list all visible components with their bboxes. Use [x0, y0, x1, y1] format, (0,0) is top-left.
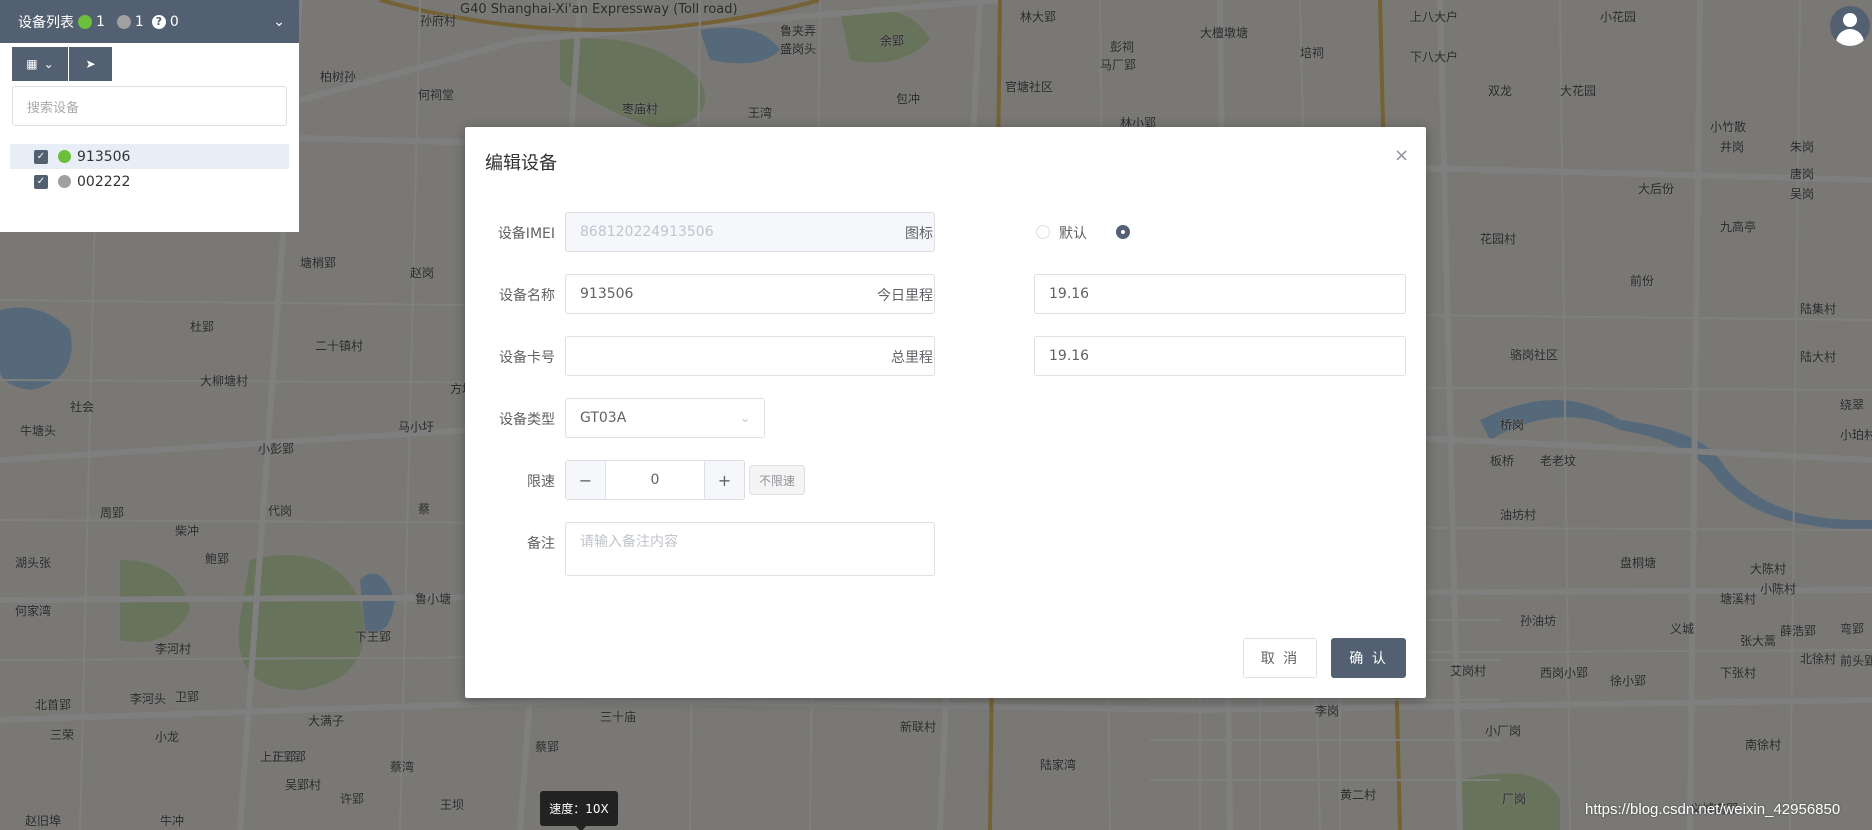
device-name-label: 设备名称 [499, 288, 555, 304]
icon-default-radio[interactable] [1036, 225, 1050, 239]
offline-status-icon [58, 175, 71, 188]
online-status-icon [58, 150, 71, 163]
panel-toolbar: ▦ ⌄ ➤ [0, 43, 299, 81]
device-search-input[interactable]: 搜索设备 [12, 86, 287, 126]
device-name: 913506 [77, 148, 131, 165]
total-mileage-field[interactable]: 19.16 [1034, 336, 1406, 376]
today-mileage-value: 19.16 [1049, 286, 1090, 302]
send-icon: ➤ [85, 57, 96, 71]
device-panel: 设备列表 1 1 ? 0 ⌄ ▦ ⌄ ➤ 搜索设备 ✓ 913506 ✓ 002… [0, 0, 299, 232]
today-mileage-label: 今日里程 [877, 288, 933, 304]
offline-count: 1 [134, 13, 144, 30]
device-name: 002222 [77, 173, 131, 190]
checkbox-checked-icon[interactable]: ✓ [34, 149, 48, 164]
confirm-button[interactable]: 确 认 [1331, 638, 1406, 678]
device-type-label: 设备类型 [499, 412, 555, 428]
icon-default-label: 默认 [1059, 226, 1087, 242]
device-item[interactable]: ✓ 002222 [10, 169, 289, 194]
chevron-down-icon: ⌄ [739, 411, 750, 425]
device-search-placeholder: 搜索设备 [27, 100, 80, 116]
question-icon: ? [151, 14, 166, 29]
edit-device-dialog: 编辑设备 × 设备IMEI 868120224913506 图标 默认 设备名称… [465, 127, 1426, 698]
user-icon [1843, 13, 1857, 27]
remark-label: 备注 [527, 536, 555, 552]
plus-icon: + [717, 470, 732, 490]
device-type-select[interactable]: GT03A ⌄ [565, 398, 765, 438]
unknown-count: 0 [169, 13, 179, 30]
chevron-down-icon[interactable]: ⌄ [273, 14, 285, 30]
view-mode-dropdown[interactable]: ▦ ⌄ [12, 47, 68, 81]
device-list: ✓ 913506 ✓ 002222 [0, 126, 299, 194]
minus-icon: − [578, 470, 593, 490]
playback-speed-tooltip: 速度：10X [540, 791, 618, 830]
speed-limit-label: 限速 [527, 474, 555, 490]
offline-dot-icon [116, 14, 131, 29]
imei-label: 设备IMEI [497, 226, 555, 242]
speed-limit-stepper[interactable]: − 0 + [565, 460, 745, 500]
increase-button[interactable]: + [704, 461, 744, 499]
total-mileage-label: 总里程 [891, 350, 933, 366]
remark-placeholder: 请输入备注内容 [580, 534, 678, 550]
grid-icon: ▦ [26, 57, 38, 71]
unlimited-speed-label: 不限速 [759, 473, 796, 488]
speed-text: 速度：10X [549, 802, 609, 816]
icon-label: 图标 [905, 226, 933, 242]
decrease-button[interactable]: − [566, 461, 606, 499]
today-mileage-field[interactable]: 19.16 [1034, 274, 1406, 314]
online-count: 1 [96, 13, 105, 30]
device-item[interactable]: ✓ 913506 [10, 144, 289, 169]
dialog-title: 编辑设备 [485, 153, 557, 174]
device-name-value: 913506 [580, 286, 634, 302]
watermark: https://blog.csdn.net/weixin_42956850 [1585, 801, 1841, 818]
device-list-title: 设备列表 [18, 14, 74, 31]
locate-button[interactable]: ➤ [69, 47, 112, 81]
cancel-button[interactable]: 取 消 [1243, 638, 1317, 678]
checkbox-checked-icon[interactable]: ✓ [34, 174, 48, 189]
sim-card-label: 设备卡号 [499, 350, 555, 366]
online-dot-icon [78, 14, 92, 29]
unlimited-speed-button[interactable]: 不限速 [749, 465, 806, 495]
speed-limit-value: 0 [650, 472, 660, 488]
chevron-down-icon: ⌄ [43, 57, 54, 71]
user-avatar[interactable] [1830, 6, 1870, 46]
remark-textarea[interactable]: 请输入备注内容 [565, 522, 935, 576]
device-list-header[interactable]: 设备列表 1 1 ? 0 ⌄ [0, 0, 299, 43]
icon-custom-radio[interactable] [1116, 225, 1130, 239]
imei-value: 868120224913506 [580, 224, 714, 240]
device-type-value: GT03A [580, 410, 627, 426]
total-mileage-value: 19.16 [1049, 348, 1090, 364]
close-icon[interactable]: × [1394, 145, 1409, 166]
